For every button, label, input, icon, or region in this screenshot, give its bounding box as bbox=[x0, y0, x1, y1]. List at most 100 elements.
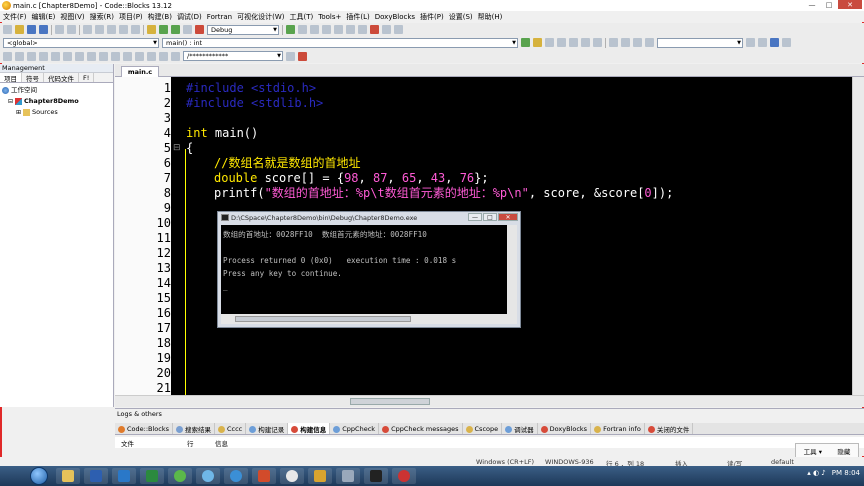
paste-icon[interactable] bbox=[107, 25, 116, 34]
unfold-icon[interactable] bbox=[99, 51, 108, 61]
tab-doxyblocks[interactable]: DoxyBlocks bbox=[538, 423, 592, 434]
save-all-icon[interactable] bbox=[39, 25, 48, 34]
search-combo[interactable]: ▼ bbox=[657, 37, 743, 48]
replace-icon[interactable] bbox=[131, 25, 140, 34]
menu-tools[interactable]: 工具(T) bbox=[289, 12, 313, 22]
taskbar-app-explorer[interactable] bbox=[56, 468, 80, 484]
doxy-line-icon[interactable] bbox=[557, 38, 566, 47]
toggle-comment-icon[interactable] bbox=[27, 51, 36, 61]
abort-icon[interactable] bbox=[195, 25, 204, 34]
doxy-comment-icon[interactable] bbox=[545, 38, 554, 47]
menu-settings[interactable]: 设置(S) bbox=[449, 12, 473, 22]
zoom-out-icon[interactable] bbox=[135, 51, 144, 61]
menu-edit[interactable]: 编辑(E) bbox=[32, 12, 56, 22]
menu-search[interactable]: 搜索(R) bbox=[90, 12, 114, 22]
search-icon[interactable] bbox=[286, 51, 295, 61]
copy-icon[interactable] bbox=[95, 25, 104, 34]
debug-info-icon[interactable] bbox=[394, 25, 403, 34]
doxy-html-icon[interactable] bbox=[593, 38, 602, 47]
save-icon[interactable] bbox=[27, 25, 36, 34]
menu-fortran[interactable]: Fortran bbox=[207, 13, 232, 21]
step-out-icon[interactable] bbox=[334, 25, 343, 34]
tree-project[interactable]: ⊟ Chapter8Demo bbox=[2, 96, 111, 107]
zoom-in-icon[interactable] bbox=[123, 51, 132, 61]
jump-icon[interactable] bbox=[521, 38, 530, 47]
stop-debugger-icon[interactable] bbox=[370, 25, 379, 34]
run-icon[interactable] bbox=[159, 25, 168, 34]
hide-button[interactable]: 隐藏 bbox=[837, 446, 850, 456]
taskbar-app-console[interactable] bbox=[364, 468, 388, 484]
back-icon[interactable] bbox=[746, 38, 755, 47]
menu-doxyblocks[interactable]: DoxyBlocks bbox=[375, 13, 415, 21]
tab-fortran-info[interactable]: Fortran info bbox=[591, 423, 645, 434]
debug-icon[interactable] bbox=[286, 25, 295, 34]
menu-debug[interactable]: 调试(D) bbox=[177, 12, 202, 22]
tab-fortran[interactable]: F! bbox=[79, 73, 95, 82]
tree-sources[interactable]: ⊞ Sources bbox=[2, 107, 111, 118]
bookmark-icon[interactable] bbox=[533, 38, 542, 47]
tab-search-results[interactable]: 搜索结果 bbox=[173, 423, 215, 434]
menu-file[interactable]: 文件(F) bbox=[3, 12, 27, 22]
close-button[interactable]: ✕ bbox=[838, 0, 862, 9]
tab-main-c[interactable]: main.c bbox=[121, 66, 159, 77]
break-icon[interactable] bbox=[358, 25, 367, 34]
tool-icon[interactable] bbox=[609, 38, 618, 47]
console-maximize-button[interactable]: □ bbox=[483, 213, 497, 221]
taskbar-app-excel[interactable] bbox=[140, 468, 164, 484]
column-file[interactable]: 文件 bbox=[115, 438, 187, 448]
column-message[interactable]: 信息 bbox=[215, 438, 228, 448]
start-button[interactable] bbox=[30, 467, 48, 485]
function-select[interactable]: main() : int ▼ bbox=[162, 37, 518, 48]
collapse-icon[interactable]: ⊟ bbox=[8, 96, 13, 107]
taskbar-app-codeblocks[interactable] bbox=[308, 468, 332, 484]
find-icon[interactable] bbox=[119, 25, 128, 34]
menu-wxsmith[interactable]: 可视化设计(W) bbox=[237, 12, 284, 22]
unindent-icon[interactable] bbox=[75, 51, 84, 61]
editor-vscrollbar[interactable] bbox=[852, 77, 864, 395]
next-line-icon[interactable] bbox=[310, 25, 319, 34]
uncomment-icon[interactable] bbox=[15, 51, 24, 61]
taskbar-app-powerpoint[interactable] bbox=[252, 468, 276, 484]
menu-view[interactable]: 视图(V) bbox=[60, 12, 84, 22]
tools-button[interactable]: 工具 ▾ bbox=[804, 446, 822, 456]
console-vscrollbar[interactable] bbox=[507, 225, 517, 314]
next-instruction-icon[interactable] bbox=[346, 25, 355, 34]
tab-build-log[interactable]: 构建记录 bbox=[246, 423, 289, 434]
regex-icon[interactable] bbox=[782, 38, 791, 47]
tab-closed-files[interactable]: 关闭的文件 bbox=[645, 423, 694, 434]
column-line[interactable]: 行 bbox=[187, 438, 215, 448]
tab-projects[interactable]: 项目 bbox=[0, 73, 22, 83]
build-target-select[interactable]: Debug ▼ bbox=[207, 24, 279, 35]
tab-cscope[interactable]: Cscope bbox=[463, 423, 503, 434]
box-comment-icon[interactable] bbox=[51, 51, 60, 61]
step-into-icon[interactable] bbox=[322, 25, 331, 34]
tab-cppcheck-messages[interactable]: CppCheck messages bbox=[379, 423, 463, 434]
prev-icon[interactable] bbox=[621, 38, 630, 47]
doxy-run-icon[interactable] bbox=[569, 38, 578, 47]
run-to-cursor-icon[interactable] bbox=[298, 25, 307, 34]
new-file-icon[interactable] bbox=[3, 25, 12, 34]
debug-windows-icon[interactable] bbox=[382, 25, 391, 34]
undo-icon[interactable] bbox=[55, 25, 64, 34]
menu-project[interactable]: 项目(P) bbox=[119, 12, 143, 22]
menu-tools-plus[interactable]: Tools+ bbox=[318, 13, 341, 21]
taskbar-app-tool[interactable] bbox=[336, 468, 360, 484]
fold-icon[interactable] bbox=[87, 51, 96, 61]
tab-debugger[interactable]: 调试器 bbox=[502, 423, 538, 434]
find-next-icon[interactable] bbox=[770, 38, 779, 47]
taskbar-app-word[interactable] bbox=[84, 468, 108, 484]
build-run-icon[interactable] bbox=[171, 25, 180, 34]
rebuild-icon[interactable] bbox=[183, 25, 192, 34]
cut-icon[interactable] bbox=[83, 25, 92, 34]
doxy-config-icon[interactable] bbox=[581, 38, 590, 47]
open-file-icon[interactable] bbox=[15, 25, 24, 34]
clear-icon[interactable] bbox=[298, 51, 307, 61]
console-output[interactable]: 数组的首地址：0028FF10 数组首元素的地址：0028FF10 Proces… bbox=[221, 225, 507, 314]
console-hscroll-thumb[interactable] bbox=[235, 316, 411, 322]
menu-plugins[interactable]: 插件(L) bbox=[346, 12, 369, 22]
maximize-button[interactable]: □ bbox=[821, 0, 837, 9]
expand-icon[interactable]: ⊞ bbox=[16, 107, 21, 118]
play-icon[interactable] bbox=[645, 38, 654, 47]
taskbar-app-wechat[interactable] bbox=[168, 468, 192, 484]
redo-icon[interactable] bbox=[67, 25, 76, 34]
